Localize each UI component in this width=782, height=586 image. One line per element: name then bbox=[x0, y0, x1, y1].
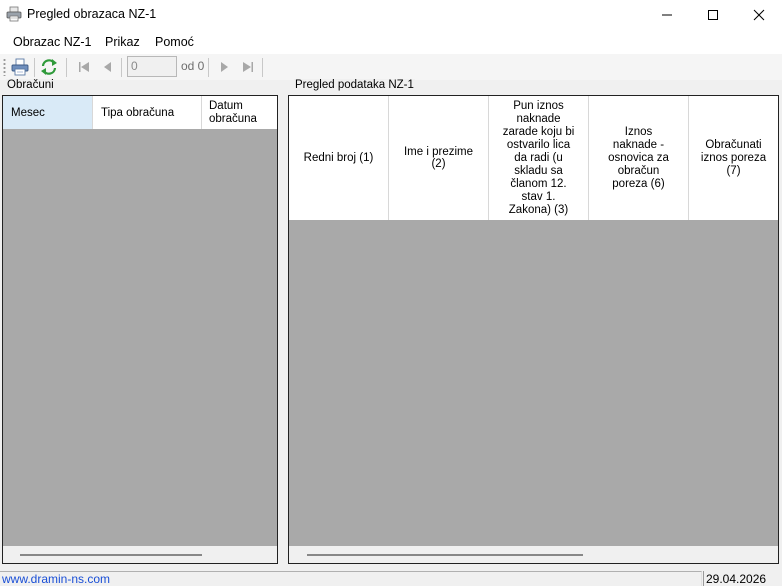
app-printer-icon bbox=[6, 6, 22, 22]
column-header-obracunati-iznos-poreza[interactable]: Obračunati iznos poreza (7) bbox=[689, 96, 778, 220]
menu-obrazac-nz1[interactable]: Obrazac NZ-1 bbox=[13, 35, 92, 49]
column-header-label: Tipa obračuna bbox=[101, 106, 175, 119]
horizontal-scrollbar[interactable] bbox=[289, 546, 778, 563]
column-header-label: Obračunati iznos poreza (7) bbox=[700, 138, 767, 177]
obracuni-grid[interactable]: Mesec Tipa obračuna Datum obračuna bbox=[2, 95, 278, 564]
close-icon bbox=[753, 9, 765, 21]
first-page-icon bbox=[79, 62, 89, 72]
column-header-ime-i-prezime[interactable]: Ime i prezime (2) bbox=[389, 96, 489, 220]
scrollbar-thumb[interactable] bbox=[307, 554, 583, 556]
window-title: Pregled obrazaca NZ-1 bbox=[27, 7, 157, 21]
column-header-label: Ime i prezime (2) bbox=[403, 146, 474, 170]
horizontal-scrollbar[interactable] bbox=[3, 546, 277, 563]
website-link[interactable]: www.dramin-ns.com bbox=[2, 572, 110, 586]
column-header-label: Redni broj (1) bbox=[303, 152, 374, 164]
column-header-label: Pun iznos naknade zarade koju bi ostvari… bbox=[502, 99, 575, 216]
column-header-tipa-obracuna[interactable]: Tipa obračuna bbox=[93, 96, 202, 129]
toolbar-separator bbox=[34, 58, 35, 77]
status-divider bbox=[703, 571, 704, 586]
menu-pomoc[interactable]: Pomoć bbox=[155, 35, 194, 49]
column-header-label: Mesec bbox=[11, 106, 45, 119]
maximize-icon bbox=[708, 10, 718, 20]
column-header-pun-iznos-naknade[interactable]: Pun iznos naknade zarade koju bi ostvari… bbox=[489, 96, 589, 220]
print-button[interactable] bbox=[10, 57, 30, 77]
refresh-button[interactable] bbox=[39, 57, 59, 77]
column-header-iznos-naknade-osnovica[interactable]: Iznos naknade - osnovica za obračun pore… bbox=[589, 96, 689, 220]
column-header-mesec[interactable]: Mesec bbox=[3, 96, 93, 129]
refresh-icon bbox=[41, 59, 57, 75]
page-number-input[interactable]: 0 bbox=[127, 56, 177, 77]
minimize-button[interactable] bbox=[644, 0, 690, 30]
minimize-icon bbox=[662, 14, 672, 16]
pregled-podataka-group-label: Pregled podataka NZ-1 bbox=[294, 79, 415, 91]
previous-page-button[interactable] bbox=[98, 57, 118, 77]
next-page-icon bbox=[221, 62, 228, 72]
column-header-redni-broj[interactable]: Redni broj (1) bbox=[289, 96, 389, 220]
last-page-icon bbox=[243, 62, 253, 72]
page-count-label: od 0 bbox=[181, 59, 205, 73]
first-page-button[interactable] bbox=[74, 57, 94, 77]
menu-prikaz[interactable]: Prikaz bbox=[105, 35, 140, 49]
toolbar-separator bbox=[121, 58, 122, 77]
status-date: 29.04.2026 bbox=[706, 572, 767, 586]
print-icon bbox=[11, 58, 29, 76]
pregled-podataka-grid[interactable]: Redni broj (1) Ime i prezime (2) Pun izn… bbox=[288, 95, 779, 564]
previous-page-icon bbox=[104, 62, 111, 72]
obracuni-group-label: Obračuni bbox=[6, 79, 55, 91]
toolbar-separator bbox=[262, 58, 263, 77]
last-page-button[interactable] bbox=[238, 57, 258, 77]
toolbar-separator bbox=[208, 58, 209, 77]
column-header-label: Iznos naknade - osnovica za obračun pore… bbox=[608, 125, 669, 190]
next-page-button[interactable] bbox=[214, 57, 234, 77]
toolbar-separator bbox=[66, 58, 67, 77]
scrollbar-thumb[interactable] bbox=[20, 554, 202, 556]
column-header-datum-obracuna[interactable]: Datum obračuna bbox=[202, 96, 277, 129]
toolbar-grip[interactable] bbox=[3, 58, 6, 76]
maximize-button[interactable] bbox=[690, 0, 736, 30]
column-header-label: Datum obračuna bbox=[209, 99, 257, 125]
close-button[interactable] bbox=[736, 0, 782, 30]
